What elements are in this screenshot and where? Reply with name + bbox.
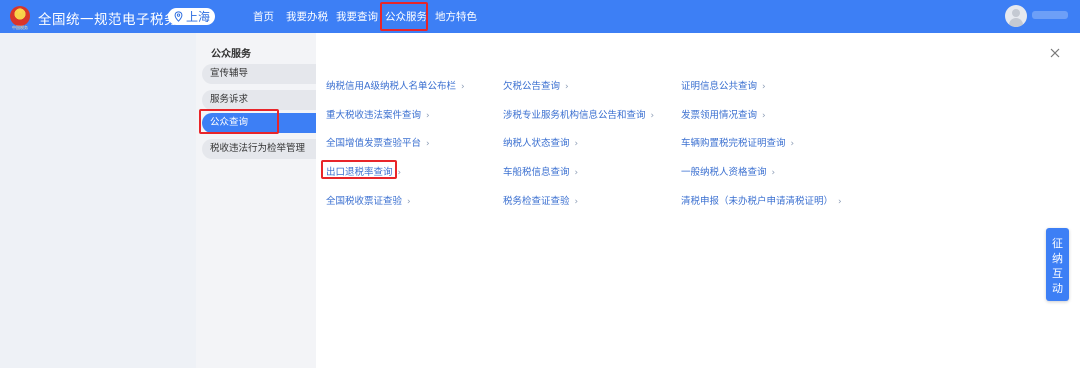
chevron-right-icon: › [574,197,579,207]
nav-highlight-outline [380,2,428,31]
float-button-char: 动 [1052,282,1063,295]
sidebar-title: 公众服务 [211,49,251,60]
link-vehicle-purchase-tax-cert[interactable]: 车辆购置税完税证明查询 › [681,135,794,149]
chevron-right-icon: › [426,111,430,121]
public-service-sidebar: 公众服务 宣传辅导 服务诉求 公众查询 税收违法行为检举管理 [196,33,326,368]
close-icon[interactable] [1048,46,1062,60]
link-vehicle-vessel-tax[interactable]: 车船税信息查询 › [503,164,578,178]
user-name-redacted[interactable] [1032,11,1068,19]
sidebar-item-publicity[interactable]: 宣传辅导 [202,64,326,84]
chevron-right-icon: › [650,111,655,121]
float-button-char: 纳 [1052,252,1063,265]
sidebar-item-tax-violation-report[interactable]: 税收违法行为检举管理 [202,139,326,159]
chevron-right-icon: › [771,168,776,178]
sidebar-highlight-outline [199,109,279,134]
chevron-right-icon: › [407,197,411,207]
user-avatar[interactable] [1005,5,1027,27]
link-tax-service-agencies[interactable]: 涉税专业服务机构信息公告和查询 › [503,107,654,121]
link-highlight-outline [321,160,397,179]
emblem-caption: 中国税务 [12,25,28,30]
link-tax-arrears-notice[interactable]: 欠税公告查询 › [503,78,569,92]
float-button-char: 互 [1052,267,1063,280]
top-navigation-bar: ★ 中国税务 全国统一规范电子税务局 上海 首页 我要办税 我要查询 公众服务 … [0,0,1080,33]
float-button-char: 征 [1052,237,1063,250]
chevron-right-icon: › [762,111,766,121]
link-tax-voucher-check[interactable]: 全国税收票证查验 › [326,193,411,207]
chevron-right-icon: › [838,197,842,207]
nav-query[interactable]: 我要查询 [336,0,378,33]
nav-handle-tax[interactable]: 我要办税 [286,0,328,33]
link-invoice-usage[interactable]: 发票领用情况查询 › [681,107,766,121]
link-tax-clearance-declaration[interactable]: 清税申报（未办税户申请清税证明） › [681,193,842,207]
chevron-right-icon: › [397,168,402,178]
chevron-right-icon: › [461,82,465,92]
link-credit-a-list[interactable]: 纳税信用A级纳税人名单公布栏 › [326,78,465,92]
link-tax-inspection-cert[interactable]: 税务检查证查验 › [503,193,578,207]
link-major-violation-cases[interactable]: 重大税收违法案件查询 › [326,107,430,121]
chevron-right-icon: › [574,168,579,178]
taxpayer-interaction-button[interactable]: 征 纳 互 动 [1046,228,1069,301]
region-name: 上海 [186,10,211,24]
link-general-taxpayer-qualification[interactable]: 一般纳税人资格查询 › [681,164,775,178]
link-vat-invoice-check[interactable]: 全国增值发票查验平台 › [326,135,430,149]
region-selector[interactable]: 上海 [168,8,215,25]
nav-home[interactable]: 首页 [253,0,274,33]
chevron-right-icon: › [426,139,430,149]
location-pin-icon [174,11,183,22]
chevron-right-icon: › [574,139,579,149]
nav-local-features[interactable]: 地方特色 [435,0,477,33]
link-certificate-info[interactable]: 证明信息公共查询 › [681,78,766,92]
chevron-right-icon: › [762,82,766,92]
chevron-right-icon: › [790,139,795,149]
tax-emblem-icon: ★ [10,6,30,26]
link-taxpayer-status[interactable]: 纳税人状态查询 › [503,135,578,149]
chevron-right-icon: › [565,82,569,92]
sidebar-item-service-request[interactable]: 服务诉求 [202,90,326,110]
